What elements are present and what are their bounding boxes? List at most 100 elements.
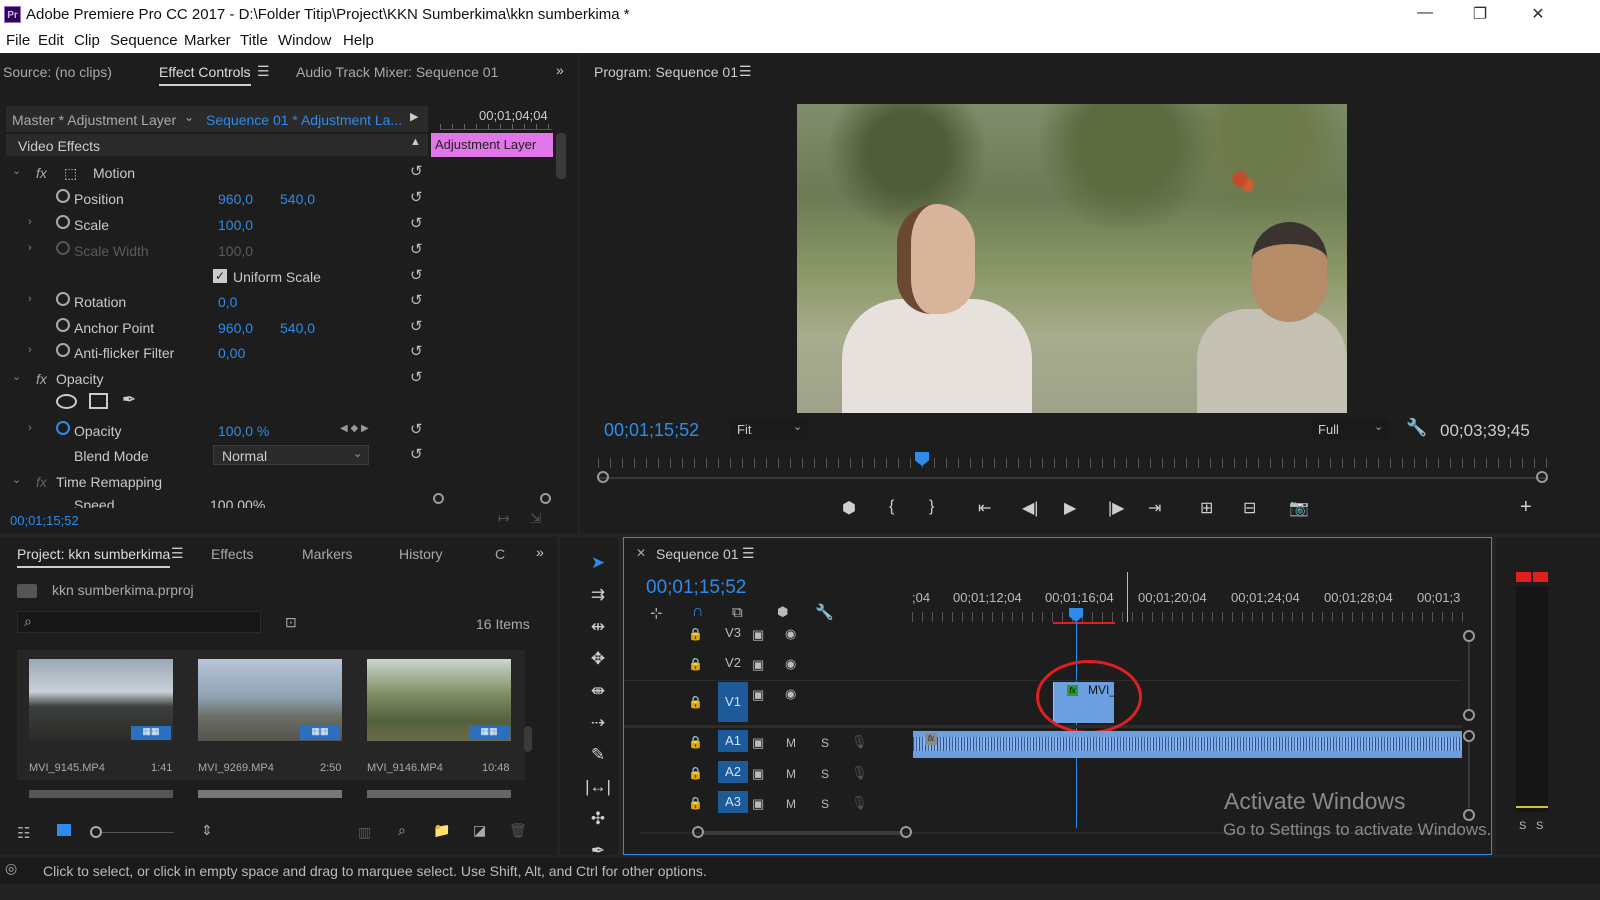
adjustment-layer-clip[interactable]: Adjustment Layer xyxy=(431,133,553,157)
ec-timecode[interactable]: 00;01;15;52 xyxy=(10,513,79,528)
sync-lock-icon[interactable]: ▣ xyxy=(752,657,764,673)
track-a2[interactable]: 🔒 A2 ▣ M S 🎙 xyxy=(630,761,912,791)
hand-tool-icon[interactable]: ✣ xyxy=(583,809,613,835)
clip-indicator-left[interactable] xyxy=(1516,572,1531,582)
project-search-input[interactable] xyxy=(17,611,261,633)
filter-icon[interactable]: ⇲ xyxy=(530,510,542,527)
tab-markers[interactable]: Markers xyxy=(302,546,353,562)
list-view-icon[interactable]: ☷ xyxy=(17,824,30,842)
step-forward-icon[interactable]: |▶ xyxy=(1108,498,1124,518)
motion-row[interactable]: ⌄ fx ⬚ Motion ↺ xyxy=(10,160,435,186)
reset-icon[interactable]: ↺ xyxy=(410,266,423,284)
speed-value[interactable]: 100,00% xyxy=(210,497,265,508)
track-a3[interactable]: 🔒 A3 ▣ M S 🎙 xyxy=(630,791,912,821)
minimize-button[interactable]: — xyxy=(1405,4,1445,26)
clip-card-2[interactable]: ▦▦ MVI_9269.MP4 2:50 xyxy=(186,650,356,780)
lift-icon[interactable]: ⊞ xyxy=(1200,498,1213,518)
menu-sequence[interactable]: Sequence xyxy=(110,32,178,49)
blend-mode-select[interactable]: Normal xyxy=(213,445,369,465)
maximize-button[interactable]: ❐ xyxy=(1460,4,1500,26)
snap-magnet-icon[interactable]: ∩ xyxy=(692,603,704,621)
zoom-slider-track[interactable] xyxy=(102,832,174,833)
reset-icon[interactable]: ↺ xyxy=(410,214,423,232)
razor-tool-icon[interactable]: ✎ xyxy=(583,745,613,771)
reset-icon[interactable]: ↺ xyxy=(410,188,423,206)
chevron-right-icon[interactable]: › xyxy=(28,216,32,228)
stopwatch-icon[interactable] xyxy=(56,215,70,229)
track-select-tool-icon[interactable]: ⇉ xyxy=(583,585,613,611)
timeline-timecode[interactable]: 00;01;15;52 xyxy=(646,577,746,599)
lock-icon[interactable]: 🔒 xyxy=(688,735,703,749)
tab-c[interactable]: C xyxy=(495,546,505,562)
new-item-icon[interactable]: ◪ xyxy=(473,822,486,839)
menu-help[interactable]: Help xyxy=(343,32,374,49)
close-icon[interactable]: ✕ xyxy=(636,546,646,560)
new-bin-search-icon[interactable]: ⊡ xyxy=(285,614,297,631)
opacity-row[interactable]: › Opacity 100,0 % ◀ ◆ ▶ ↺ xyxy=(10,418,435,444)
rotation-row[interactable]: › Rotation 0,0 ↺ xyxy=(10,289,435,315)
rate-stretch-tool-icon[interactable]: ⇼ xyxy=(583,681,613,707)
lock-icon[interactable]: 🔒 xyxy=(688,627,703,641)
menu-marker[interactable]: Marker xyxy=(184,32,231,49)
track-label[interactable]: A1 xyxy=(718,730,748,752)
rectangle-mask-icon[interactable] xyxy=(89,393,108,409)
stopwatch-icon[interactable] xyxy=(56,421,70,435)
fx-icon[interactable]: fx xyxy=(36,371,47,387)
h-scroll-handle-left[interactable] xyxy=(692,826,704,838)
pen-tool-icon[interactable]: ✒ xyxy=(583,841,613,853)
scale-value[interactable]: 100,0 xyxy=(218,217,253,233)
new-bin-icon[interactable]: 📁 xyxy=(433,822,450,839)
h-scroll-handle-right[interactable] xyxy=(900,826,912,838)
find-icon[interactable]: ⌕ xyxy=(398,822,406,839)
timeline-tab[interactable]: Sequence 01 xyxy=(656,546,739,562)
collapse-up-icon[interactable]: ▲ xyxy=(410,136,421,148)
v-scroll-handle-top[interactable] xyxy=(1463,630,1475,642)
a-scroll-track[interactable] xyxy=(1468,742,1470,808)
automate-icon[interactable]: ▥ xyxy=(358,824,371,841)
v-scroll-handle-bottom[interactable] xyxy=(1463,709,1475,721)
reset-icon[interactable]: ↺ xyxy=(410,317,423,335)
stopwatch-icon[interactable] xyxy=(56,292,70,306)
clip-thumbnail-row2[interactable] xyxy=(29,790,173,798)
ec-zoom-bar[interactable] xyxy=(433,493,553,505)
sort-icon[interactable]: ⇕ xyxy=(201,822,213,839)
sync-lock-icon[interactable]: ▣ xyxy=(752,796,764,812)
track-v2[interactable]: 🔒 V2 ▣ ◉ xyxy=(630,652,912,682)
clip-card-3[interactable]: ▦▦ MVI_9146.MP4 10:48 xyxy=(355,650,525,780)
ec-scrollbar[interactable] xyxy=(556,133,566,179)
chevron-down-icon[interactable]: ⌄ xyxy=(184,110,194,124)
menu-title[interactable]: Title xyxy=(240,32,268,49)
track-v1[interactable]: 🔒 V1 ▣ ◉ xyxy=(630,682,912,722)
track-label[interactable]: V1 xyxy=(718,682,748,722)
add-button-icon[interactable]: + xyxy=(1520,496,1532,519)
anchor-y-value[interactable]: 540,0 xyxy=(280,320,315,336)
mic-icon[interactable]: 🎙 xyxy=(851,734,868,750)
solo-left-button[interactable]: S xyxy=(1519,820,1526,832)
opacity-value[interactable]: 100,0 % xyxy=(218,423,269,439)
menu-file[interactable]: File xyxy=(6,32,30,49)
tab-audio-mixer[interactable]: Audio Track Mixer: Sequence 01 xyxy=(296,64,498,80)
panel-overflow-icon[interactable]: » xyxy=(536,544,544,560)
slide-tool-icon[interactable]: |↔| xyxy=(583,777,613,803)
tab-history[interactable]: History xyxy=(399,546,443,562)
lock-icon[interactable]: 🔒 xyxy=(688,796,703,810)
lock-icon[interactable]: 🔒 xyxy=(688,766,703,780)
chevron-down-icon[interactable]: ⌄ xyxy=(793,420,802,433)
track-label[interactable]: V2 xyxy=(718,652,748,674)
panel-menu-icon[interactable]: ☰ xyxy=(739,63,752,80)
panel-overflow-icon[interactable]: » xyxy=(556,62,564,78)
anti-flicker-row[interactable]: › Anti-flicker Filter 0,00 ↺ xyxy=(10,340,435,366)
ec-ruler[interactable] xyxy=(440,124,552,130)
camera-icon[interactable]: 📷 xyxy=(1289,498,1309,518)
play-triangle-icon[interactable]: ▶ xyxy=(410,110,418,123)
timeline-audio-clip[interactable]: fx xyxy=(913,731,1462,758)
time-remap-row[interactable]: ⌄ fx Time Remapping xyxy=(10,469,435,495)
menu-clip[interactable]: Clip xyxy=(74,32,100,49)
tab-project[interactable]: Project: kkn sumberkima xyxy=(17,546,171,568)
step-back-icon[interactable]: ◀| xyxy=(1022,498,1038,518)
clip-card-1[interactable]: ▦▦ MVI_9145.MP4 1:41 xyxy=(17,650,187,780)
linked-selection-icon[interactable]: ⧉ xyxy=(732,604,743,621)
lock-icon[interactable]: 🔒 xyxy=(688,657,703,671)
track-label[interactable]: A3 xyxy=(718,791,748,813)
solo-icon[interactable]: S xyxy=(821,736,829,750)
